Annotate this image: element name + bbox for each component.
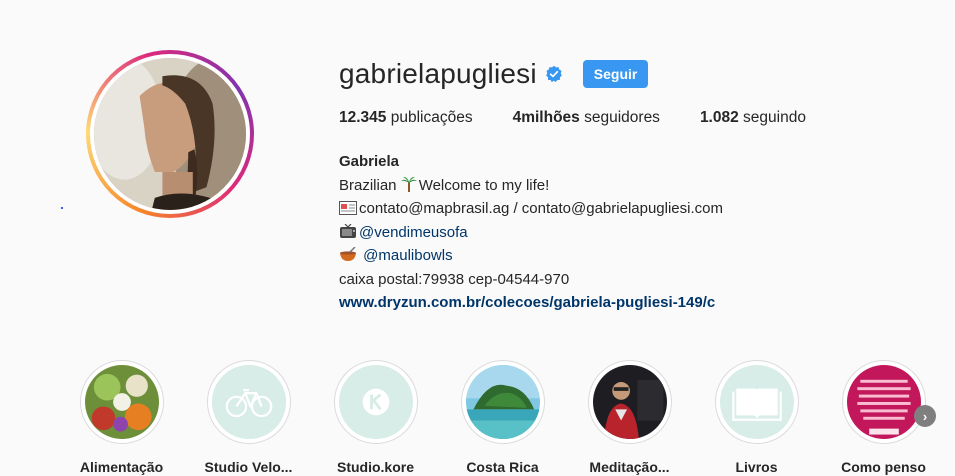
highlight-label: Como penso [841,459,926,475]
followers-count: 4milhões [512,109,580,126]
text-card-photo-icon [846,365,921,439]
story-highlights: Alimentação Studio Velo... Studio.kore C… [58,360,947,475]
person-photo-icon [592,365,667,439]
avatar [94,58,246,210]
tv-icon [340,223,356,238]
profile-stats: 12.345 publicações 4milhões seguidores 1… [339,109,846,127]
followers-stat[interactable]: 4milhões seguidores [513,109,660,127]
bio-line-1b-text: Welcome to my life! [418,176,550,194]
profile-full-name: Gabriela [339,153,400,170]
highlight-livros[interactable]: Livros [693,360,820,475]
follow-button[interactable]: Seguir [582,60,649,88]
profile-bio: Gabriela Brazilian Welcome to my life! c… [339,150,723,315]
highlight-label: Meditação... [589,459,670,475]
bicycle-icon [211,365,286,439]
bowl-icon [340,247,356,261]
mention-vendimeusofa[interactable]: @vendimeusofa [359,224,468,241]
posts-count: 12.345 [339,109,387,126]
highlight-label: Alimentação [79,459,164,475]
following-count: 1.082 [699,109,739,126]
username: gabrielapugliesi [339,58,537,89]
highlight-meditacao[interactable]: Meditação... [566,360,693,475]
highlight-label: Costa Rica [466,459,539,475]
chevron-right-icon: › [922,408,928,424]
envelope-icon [339,201,357,215]
followers-label: seguidores [584,109,660,126]
bio-line-1: Brazilian Welcome to my life! [339,174,723,198]
mention-maulibowls[interactable]: @maulibowls [363,247,452,264]
posts-label: publicações [390,109,473,126]
decorative-dot [61,207,63,209]
palm-tree-icon [400,176,417,192]
highlight-label: Livros [735,459,778,475]
highlight-studio-kore[interactable]: Studio.kore [312,360,439,475]
posts-stat: 12.345 publicações [339,109,473,127]
following-label: seguindo [743,109,806,126]
bio-line-1-text: Brazilian [339,176,397,194]
following-stat[interactable]: 1.082 seguindo [700,109,806,127]
bio-emails: contato@mapbrasil.ag / contato@gabrielap… [359,200,723,217]
highlights-next-button[interactable]: › [914,405,936,427]
verified-badge-icon [545,65,562,83]
food-photo-icon [84,365,159,439]
highlight-label: Studio.kore [336,459,414,475]
bio-line-2: contato@mapbrasil.ag / contato@gabrielap… [339,197,723,221]
bio-line-3: @vendimeusofa [339,221,723,245]
bio-line-4: @maulibowls [339,244,723,268]
highlight-label: Studio Velo... [204,459,293,475]
bio-website-link[interactable]: www.dryzun.com.br/colecoes/gabriela-pugl… [339,291,723,315]
profile-header: gabrielapugliesi Seguir [339,58,649,90]
book-icon [719,365,794,439]
profile-avatar-story-ring[interactable] [86,50,254,218]
island-photo-icon [465,365,540,439]
highlight-studio-velo[interactable]: Studio Velo... [185,360,312,475]
highlight-costa-rica[interactable]: Costa Rica [439,360,566,475]
highlight-alimentacao[interactable]: Alimentação [58,360,185,475]
bio-line-5: caixa postal:79938 cep-04544-970 [339,270,570,288]
kore-logo-icon [338,365,413,439]
avatar-photo-icon [94,58,246,210]
